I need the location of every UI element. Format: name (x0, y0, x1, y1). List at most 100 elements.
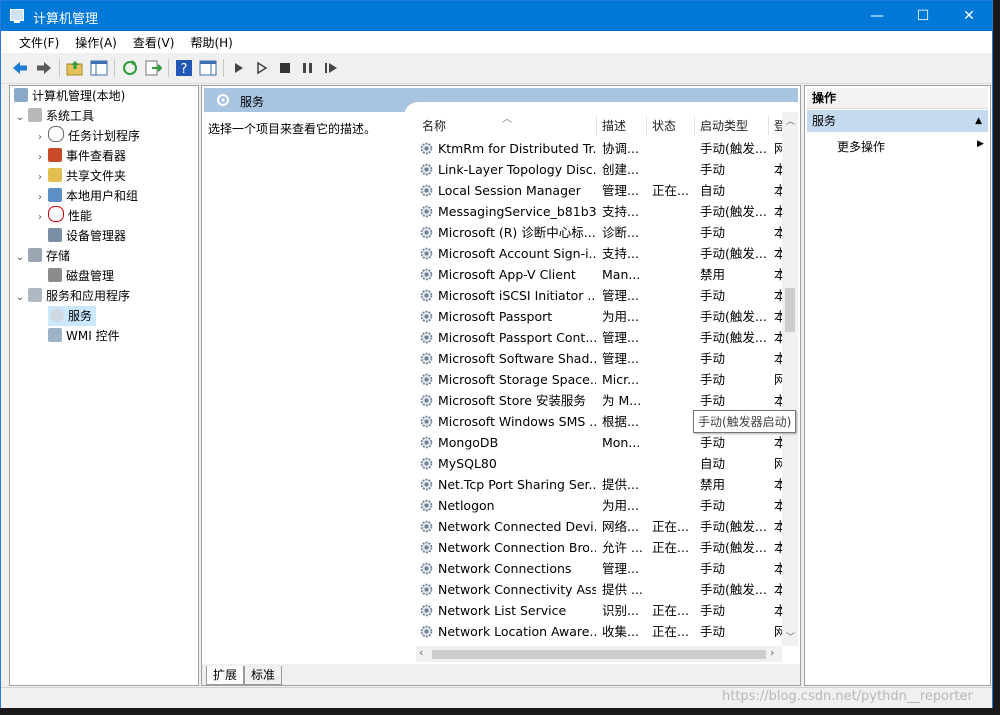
scroll-down-icon[interactable]: ﹀ (786, 630, 795, 643)
column-header-name[interactable]: 名称 (422, 114, 446, 138)
service-row[interactable]: Local Session Manager 管理... 正在... 自动本 (416, 180, 788, 201)
tree-label: 磁盘管理 (66, 269, 115, 283)
tree-item-wmi[interactable]: WMI 控件 (34, 326, 120, 346)
services-pane: 服务 选择一个项目来查看它的描述。 名称 ︿ 描述 状态 启动类型 登 KtmR… (201, 85, 801, 686)
service-row[interactable]: Microsoft Passport 为用... 手动(触发... 本 (416, 306, 788, 327)
service-row[interactable]: Net.Tcp Port Sharing Ser... 提供... 禁用本 (416, 474, 788, 495)
shared-folder-icon (48, 168, 62, 182)
scroll-left-icon[interactable]: ‹ (419, 646, 423, 659)
service-row[interactable]: Microsoft Passport Cont... 管理... 手动(触发... 本 (416, 327, 788, 348)
tree-item-shared-folders[interactable]: › 共享文件夹 (34, 166, 126, 186)
service-row[interactable]: MySQL80 自动网 (416, 453, 788, 474)
tree-item-services-apps[interactable]: ⌄ 服务和应用程序 (14, 286, 130, 306)
event-viewer-icon (48, 148, 62, 162)
horizontal-scroll-thumb[interactable] (432, 650, 766, 659)
stop-service-icon[interactable] (276, 59, 294, 77)
service-name: Netlogon (438, 498, 495, 513)
menu-help[interactable]: 帮助(H) (182, 31, 240, 54)
expand-icon[interactable]: › (34, 168, 46, 188)
more-actions-item[interactable]: 更多操作 (837, 138, 885, 155)
tab-standard[interactable]: 标准 (244, 666, 283, 685)
tree-item-performance[interactable]: › 性能 (34, 206, 92, 226)
maximize-button[interactable]: ☐ (900, 1, 946, 31)
expand-icon[interactable]: › (34, 208, 46, 228)
service-gear-icon (420, 184, 433, 197)
tree-label: 存储 (46, 249, 71, 263)
service-row[interactable]: Microsoft Storage Space... Micr... 手动网 (416, 369, 788, 390)
service-row[interactable]: Netlogon 为用... 手动本 (416, 495, 788, 516)
actions-section-services[interactable]: 服务 ▲ (807, 110, 988, 132)
service-row[interactable]: Network Connected Devi... 网络... 正在... 手动(触发… (416, 516, 788, 537)
collapse-icon[interactable]: ⌄ (14, 108, 26, 128)
service-startup-type: 手动 (700, 435, 726, 450)
start-service-alt-icon[interactable] (253, 59, 271, 77)
tree-item-event-viewer[interactable]: › 事件查看器 (34, 146, 126, 166)
pause-service-icon[interactable] (299, 59, 317, 77)
tree-item-system-tools[interactable]: ⌄ 系统工具 (14, 106, 94, 126)
show-action-pane-icon[interactable] (199, 59, 217, 77)
service-row[interactable]: Microsoft Store 安装服务为 M... 手动本 (416, 390, 788, 411)
service-row[interactable]: Microsoft (R) 诊断中心标... 诊断... 手动本 (416, 222, 788, 243)
menu-view[interactable]: 查看(V) (125, 31, 183, 54)
service-row[interactable]: MongoDB Mon... 手动本 (416, 432, 788, 453)
menu-file[interactable]: 文件(F) (11, 31, 67, 54)
tree-label: 设备管理器 (66, 229, 127, 243)
export-list-icon[interactable] (144, 59, 162, 77)
service-row[interactable]: Link-Layer Topology Disc... 创建... 手动本 (416, 159, 788, 180)
menu-action[interactable]: 操作(A) (67, 31, 125, 54)
tools-icon (28, 108, 42, 122)
service-row[interactable]: Microsoft Software Shad... 管理... 手动本 (416, 348, 788, 369)
service-row[interactable]: Microsoft iSCSI Initiator ... 管理... 手动本 (416, 285, 788, 306)
submenu-arrow-icon[interactable]: ▶ (977, 139, 984, 149)
column-header-description[interactable]: 描述 (602, 114, 626, 138)
vertical-scrollbar[interactable]: ︿ ﹀ (782, 112, 798, 646)
forward-arrow-icon[interactable] (35, 59, 53, 77)
service-row[interactable]: Microsoft Account Sign-i... 支持... 手动(触发...… (416, 243, 788, 264)
vertical-scroll-thumb[interactable] (785, 288, 795, 332)
service-row[interactable]: Network Connection Bro... 允许 ... 正在... 手动(触… (416, 537, 788, 558)
tree-item-storage[interactable]: ⌄ 存储 (14, 246, 70, 266)
wmi-icon (48, 328, 62, 342)
service-description: Mon... (602, 435, 641, 450)
service-name: Network Connectivity Ass... (438, 582, 596, 597)
tree-item-services[interactable]: 服务 (48, 306, 97, 326)
help-icon[interactable]: ? (175, 59, 193, 77)
scroll-right-icon[interactable]: › (770, 646, 774, 659)
tree-item-device-manager[interactable]: 设备管理器 (34, 226, 126, 246)
column-header-startup-type[interactable]: 启动类型 (700, 114, 748, 138)
users-icon (48, 188, 62, 202)
minimize-button[interactable]: — (854, 1, 900, 31)
collapse-up-icon[interactable]: ▲ (975, 110, 982, 132)
close-button[interactable]: ✕ (946, 1, 992, 31)
computer-management-icon (14, 88, 28, 102)
refresh-icon[interactable] (121, 59, 139, 77)
up-folder-icon[interactable] (66, 59, 84, 77)
service-description: 收集... (602, 624, 639, 639)
service-startup-type: 手动 (700, 351, 726, 366)
scroll-up-icon[interactable]: ︿ (786, 114, 795, 127)
collapse-icon[interactable]: ⌄ (14, 248, 26, 268)
expand-icon[interactable]: › (34, 188, 46, 208)
service-row[interactable]: MessagingService_b81b34 支持... 手动(触发... 本 (416, 201, 788, 222)
tree-item-task-scheduler[interactable]: › 任务计划程序 (34, 126, 140, 146)
service-row[interactable]: Network Connections 管理... 手动本 (416, 558, 788, 579)
service-row[interactable]: KtmRm for Distributed Tr... 协调... 手动(触发...… (416, 138, 788, 159)
tab-extended[interactable]: 扩展 (206, 666, 245, 685)
tree-item-local-users[interactable]: › 本地用户和组 (34, 186, 138, 206)
service-row[interactable]: Microsoft App-V Client Man... 禁用本 (416, 264, 788, 285)
column-header-status[interactable]: 状态 (652, 114, 676, 138)
service-name: MySQL80 (438, 456, 497, 471)
show-hide-tree-icon[interactable] (90, 59, 108, 77)
expand-icon[interactable]: › (34, 128, 46, 148)
tree-root[interactable]: 计算机管理(本地) (12, 86, 125, 106)
tree-item-disk-management[interactable]: 磁盘管理 (34, 266, 114, 286)
restart-service-icon[interactable] (322, 59, 340, 77)
service-row[interactable]: Network Location Aware... 收集... 正在... 手动网 (416, 621, 788, 642)
horizontal-scrollbar[interactable]: ‹ › (416, 646, 782, 662)
service-row[interactable]: Network List Service 识别... 正在... 手动本 (416, 600, 788, 621)
service-row[interactable]: Network Connectivity Ass... 提供 ... 手动(触发..… (416, 579, 788, 600)
back-arrow-icon[interactable] (11, 59, 29, 77)
expand-icon[interactable]: › (34, 148, 46, 168)
collapse-icon[interactable]: ⌄ (14, 288, 26, 308)
start-service-icon[interactable] (230, 59, 248, 77)
